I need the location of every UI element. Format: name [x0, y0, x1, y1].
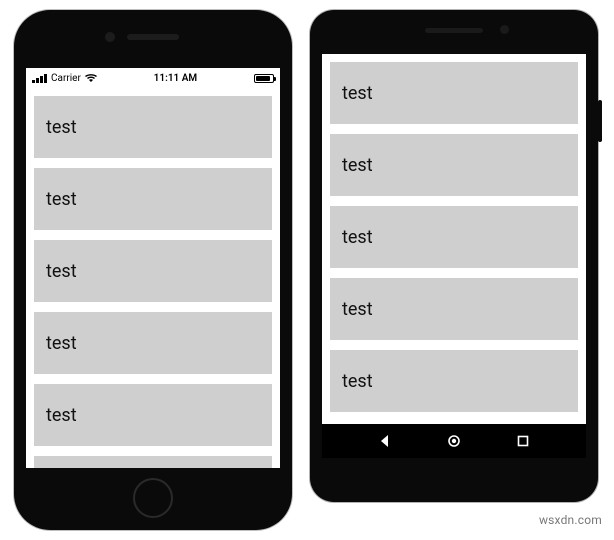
- wifi-icon: [85, 74, 97, 82]
- status-left: Carrier: [32, 73, 97, 84]
- device-comparison: Carrier 11:11 AM test test test test tes…: [0, 0, 614, 540]
- ios-list[interactable]: test test test test test test: [26, 88, 280, 468]
- list-item-label: test: [342, 155, 373, 176]
- list-item[interactable]: test: [34, 312, 272, 374]
- list-item[interactable]: test: [34, 96, 272, 158]
- android-frame: test test test test test: [310, 10, 598, 502]
- list-item[interactable]: test: [330, 278, 578, 340]
- list-item-label: test: [342, 299, 373, 320]
- signal-icon: [32, 74, 47, 83]
- list-item[interactable]: test: [34, 456, 272, 468]
- watermark: wsxdn.com: [539, 513, 602, 527]
- android-screen: test test test test test: [322, 54, 586, 458]
- android-nav-bar: [322, 424, 586, 458]
- list-item[interactable]: test: [330, 134, 578, 196]
- list-item-label: test: [46, 189, 77, 210]
- list-item[interactable]: test: [330, 350, 578, 412]
- list-item[interactable]: test: [330, 206, 578, 268]
- list-item-label: test: [342, 371, 373, 392]
- list-item[interactable]: test: [34, 240, 272, 302]
- list-item-label: test: [46, 405, 77, 426]
- carrier-label: Carrier: [51, 73, 81, 84]
- android-list[interactable]: test test test test test: [322, 54, 586, 420]
- front-camera-icon: [105, 32, 115, 42]
- home-button[interactable]: [133, 478, 173, 518]
- list-item-label: test: [342, 227, 373, 248]
- battery-icon: [254, 74, 274, 83]
- home-button[interactable]: [447, 434, 461, 448]
- list-item-label: test: [342, 83, 373, 104]
- iphone-screen: Carrier 11:11 AM test test test test tes…: [26, 68, 280, 468]
- status-right: [254, 74, 274, 83]
- android-app-view: test test test test test: [322, 54, 586, 424]
- iphone-frame: Carrier 11:11 AM test test test test tes…: [14, 10, 292, 530]
- back-button[interactable]: [378, 434, 392, 448]
- list-item-label: test: [46, 261, 77, 282]
- power-button[interactable]: [598, 100, 602, 142]
- front-camera-icon: [500, 25, 509, 34]
- recents-button[interactable]: [516, 434, 530, 448]
- list-item[interactable]: test: [34, 168, 272, 230]
- clock: 11:11 AM: [154, 73, 198, 84]
- list-item-label: test: [46, 333, 77, 354]
- ios-status-bar: Carrier 11:11 AM: [26, 68, 280, 88]
- list-item-label: test: [46, 117, 77, 138]
- list-item[interactable]: test: [34, 384, 272, 446]
- list-item[interactable]: test: [330, 62, 578, 124]
